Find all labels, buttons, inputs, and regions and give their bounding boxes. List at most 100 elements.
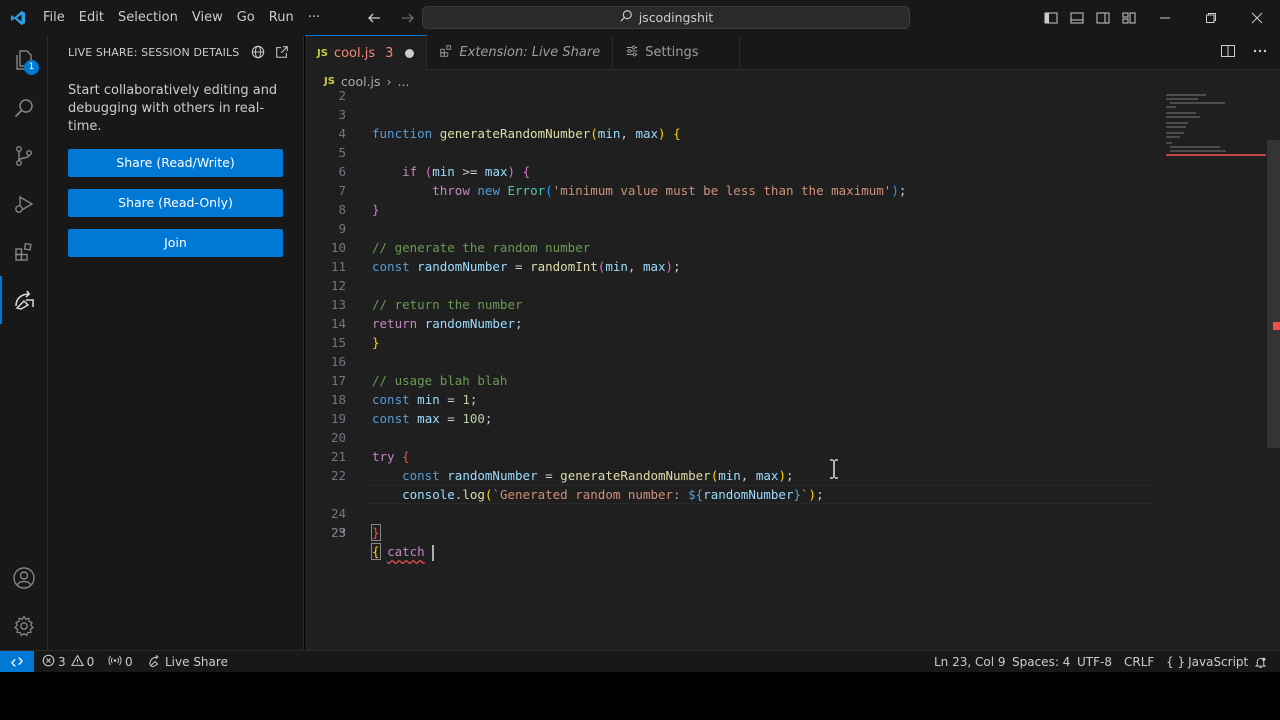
line-number: 11 bbox=[330, 259, 346, 274]
toggle-panel-icon[interactable] bbox=[1066, 7, 1088, 29]
line-number: 17 bbox=[330, 373, 346, 388]
language-mode[interactable]: { } JavaScript bbox=[1166, 651, 1248, 673]
tab-label: Settings bbox=[645, 45, 699, 60]
warning-triangle-icon bbox=[70, 654, 84, 670]
broadcast-icon bbox=[108, 654, 122, 670]
run-debug-icon[interactable] bbox=[0, 180, 48, 228]
line-number: 19 bbox=[330, 411, 346, 426]
live-share-status[interactable]: Live Share bbox=[148, 651, 228, 673]
editor-area: JS cool.js 3 Extension: Live Share Setti… bbox=[305, 35, 1280, 650]
extensions-icon[interactable] bbox=[0, 228, 48, 276]
minimize-icon[interactable] bbox=[1142, 0, 1188, 35]
menu-selection[interactable]: Selection bbox=[111, 6, 185, 30]
mouse-text-cursor-icon bbox=[829, 459, 839, 482]
open-external-icon[interactable] bbox=[275, 45, 289, 63]
line-number: 7 bbox=[338, 183, 346, 198]
line-number: 8 bbox=[338, 202, 346, 217]
line-number: 10 bbox=[330, 240, 346, 255]
line-number: 16 bbox=[330, 354, 346, 369]
layout-controls bbox=[1040, 0, 1140, 35]
code-editor[interactable]: 2 3 function generateRandomNumber(min, m… bbox=[305, 88, 1155, 649]
vertical-scrollbar[interactable] bbox=[1267, 92, 1280, 650]
search-view-icon[interactable] bbox=[0, 84, 48, 132]
globe-icon[interactable] bbox=[251, 45, 265, 63]
menu-file[interactable]: File bbox=[36, 6, 72, 30]
tab-cool-js[interactable]: JS cool.js 3 bbox=[305, 35, 428, 71]
tab-extension-live-share[interactable]: Extension: Live Share bbox=[427, 35, 614, 70]
forward-arrow-icon[interactable] bbox=[396, 6, 420, 30]
encoding-status[interactable]: UTF-8 bbox=[1077, 651, 1112, 673]
javascript-file-icon: JS bbox=[324, 75, 335, 87]
tab-settings[interactable]: Settings bbox=[613, 35, 740, 70]
line-number: 14 bbox=[330, 316, 346, 331]
error-count: 3 bbox=[58, 655, 66, 669]
ports-count: 0 bbox=[125, 655, 133, 669]
line-number: 24 bbox=[330, 506, 346, 521]
line-number: 9 bbox=[338, 221, 346, 236]
notifications-bell-icon[interactable] bbox=[1254, 651, 1267, 673]
activity-bar: 1 bbox=[0, 35, 48, 650]
javascript-file-icon: JS bbox=[317, 48, 328, 59]
more-actions-icon[interactable] bbox=[1252, 43, 1268, 63]
join-button[interactable]: Join bbox=[68, 229, 283, 257]
command-center-text: jscodingshit bbox=[638, 10, 714, 25]
live-share-label: Live Share bbox=[165, 655, 228, 669]
menu-view[interactable]: View bbox=[185, 6, 230, 30]
line-number: 21 bbox=[330, 449, 346, 464]
menu-bar: File Edit Selection View Go Run ··· bbox=[36, 0, 327, 35]
live-share-status-icon bbox=[148, 654, 162, 670]
menu-run[interactable]: Run bbox=[262, 6, 301, 30]
manage-gear-icon[interactable] bbox=[0, 602, 48, 650]
restore-icon[interactable] bbox=[1188, 0, 1234, 35]
line-number: 4 bbox=[338, 126, 346, 141]
extensions-tab-icon bbox=[439, 44, 453, 62]
warning-count: 0 bbox=[86, 655, 95, 669]
line-number: 5 bbox=[338, 145, 346, 160]
accounts-icon[interactable] bbox=[0, 554, 48, 602]
remote-indicator-icon[interactable] bbox=[0, 651, 34, 673]
text-cursor bbox=[432, 544, 435, 561]
status-bar: 3 0 0 Live Share Ln 23, Col 9 Spaces: 4 … bbox=[0, 650, 1280, 673]
screen-bottom-area bbox=[0, 672, 1280, 720]
minimap[interactable] bbox=[1162, 92, 1267, 650]
language-label: JavaScript bbox=[1188, 655, 1249, 669]
tab-label: Extension: Live Share bbox=[459, 45, 601, 60]
eol-status[interactable]: CRLF bbox=[1124, 651, 1154, 673]
share-read-only-button[interactable]: Share (Read-Only) bbox=[68, 189, 283, 217]
window-controls bbox=[1142, 0, 1280, 35]
command-center-search[interactable]: jscodingshit bbox=[422, 6, 910, 29]
line-number: 3 bbox=[338, 107, 346, 122]
indentation-status[interactable]: Spaces: 4 bbox=[1012, 651, 1070, 673]
ports-status[interactable]: 0 bbox=[108, 651, 133, 673]
editor-tabs: JS cool.js 3 Extension: Live Share Setti… bbox=[305, 35, 1280, 71]
menu-go[interactable]: Go bbox=[230, 6, 262, 30]
line-number: 15 bbox=[330, 335, 346, 350]
navigation-arrows bbox=[362, 0, 420, 35]
menu-more[interactable]: ··· bbox=[301, 6, 327, 30]
source-control-icon[interactable] bbox=[0, 132, 48, 180]
menu-edit[interactable]: Edit bbox=[72, 6, 111, 30]
live-share-icon[interactable] bbox=[0, 276, 48, 324]
scrollbar-thumb[interactable] bbox=[1267, 140, 1280, 448]
split-editor-icon[interactable] bbox=[1220, 43, 1236, 63]
toggle-secondary-sidebar-icon[interactable] bbox=[1092, 7, 1114, 29]
back-arrow-icon[interactable] bbox=[362, 6, 386, 30]
line-number: 12 bbox=[330, 278, 346, 293]
live-share-sidebar: LIVE SHARE: SESSION DETAILS Start collab… bbox=[48, 35, 304, 650]
line-number: 22 bbox=[330, 468, 346, 483]
customize-layout-icon[interactable] bbox=[1118, 7, 1140, 29]
unsaved-dot-icon[interactable] bbox=[405, 49, 415, 58]
error-circle-icon bbox=[42, 654, 55, 670]
settings-tab-icon bbox=[625, 44, 639, 62]
toggle-primary-sidebar-icon[interactable] bbox=[1040, 7, 1062, 29]
problems-status[interactable]: 3 0 bbox=[42, 651, 94, 673]
line-number: 2 bbox=[338, 88, 346, 103]
editor-actions bbox=[1220, 43, 1268, 63]
close-icon[interactable] bbox=[1234, 0, 1280, 35]
braces-icon: { } bbox=[1166, 655, 1186, 669]
share-read-write-button[interactable]: Share (Read/Write) bbox=[68, 149, 283, 177]
cursor-position[interactable]: Ln 23, Col 9 bbox=[934, 651, 1006, 673]
sidebar-description: Start collaboratively editing and debugg… bbox=[68, 83, 278, 134]
explorer-icon[interactable]: 1 bbox=[0, 36, 48, 84]
line-number: 20 bbox=[330, 430, 346, 445]
